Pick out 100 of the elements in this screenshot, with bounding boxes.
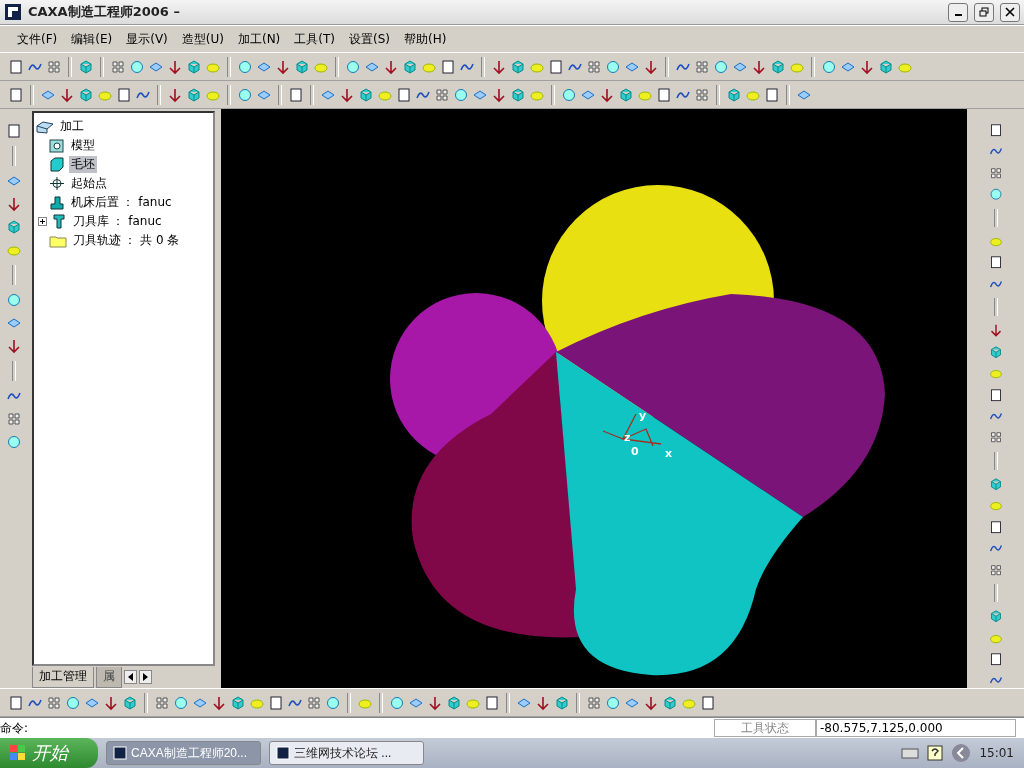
grid-icon[interactable] — [586, 58, 602, 75]
circle-icon[interactable] — [237, 86, 253, 103]
circle-icon[interactable] — [5, 434, 22, 450]
circle-icon[interactable] — [988, 187, 1005, 202]
cube-icon[interactable] — [294, 58, 310, 75]
arrow-icon[interactable] — [275, 58, 291, 75]
grid-icon[interactable] — [154, 694, 170, 711]
window-icon — [276, 746, 290, 760]
tree-item[interactable]: 机床后置 ： fanuc — [68, 194, 174, 211]
arrow-icon[interactable] — [491, 86, 507, 103]
arrow-icon[interactable] — [643, 58, 659, 75]
menu-item[interactable]: 显示(V) — [121, 28, 173, 50]
menu-item[interactable]: 造型(U) — [176, 28, 229, 50]
circle-icon[interactable] — [821, 58, 837, 75]
grid-icon[interactable] — [694, 86, 710, 103]
menu-item[interactable]: 文件(F) — [12, 28, 63, 50]
window-icon — [113, 746, 127, 760]
circle-icon[interactable] — [5, 292, 22, 308]
circle-icon[interactable] — [453, 86, 469, 103]
grid-icon[interactable] — [46, 58, 62, 75]
tree-item[interactable]: 模型 — [68, 137, 97, 154]
arrow-icon[interactable] — [211, 694, 227, 711]
tree-item[interactable]: 刀具轨迹 ： 共 0 条 — [70, 232, 182, 249]
arrow-icon[interactable] — [167, 58, 183, 75]
plus-icon[interactable] — [37, 217, 47, 226]
menu-item[interactable]: 编辑(E) — [66, 28, 118, 50]
menu-item[interactable]: 设置(S) — [344, 28, 395, 50]
cube-icon[interactable] — [230, 694, 246, 711]
taskbar-button[interactable]: 三维网技术论坛 ... — [269, 741, 424, 765]
cube-icon[interactable] — [618, 86, 634, 103]
cube-icon[interactable] — [78, 58, 94, 75]
cube-icon[interactable] — [186, 58, 202, 75]
panel-tab[interactable]: 加工管理 — [31, 666, 94, 688]
tree-item[interactable]: 起始点 — [68, 175, 109, 192]
grid-icon[interactable] — [694, 58, 710, 75]
circle-icon[interactable] — [389, 694, 405, 711]
cube-icon[interactable] — [78, 86, 94, 103]
minimize-button[interactable] — [948, 2, 968, 22]
cube-icon[interactable] — [878, 58, 894, 75]
menu-item[interactable]: 帮助(H) — [399, 28, 452, 50]
circle-icon[interactable] — [129, 58, 145, 75]
circle-icon[interactable] — [173, 694, 189, 711]
chevron-icon[interactable] — [951, 743, 972, 763]
grid-icon[interactable] — [586, 694, 602, 711]
cube-icon[interactable] — [358, 86, 374, 103]
scroll-right-button[interactable] — [138, 670, 152, 684]
cube-icon[interactable] — [402, 58, 418, 75]
panel-tab[interactable]: 属 — [95, 666, 122, 688]
tree-item[interactable]: 加工 — [57, 118, 86, 135]
cutter-icon — [50, 214, 67, 229]
cube-icon[interactable] — [726, 86, 742, 103]
circle-icon[interactable] — [65, 694, 81, 711]
arrow-icon[interactable] — [751, 58, 767, 75]
cube-icon[interactable] — [662, 694, 678, 711]
cube-icon[interactable] — [122, 694, 138, 711]
grid-icon[interactable] — [46, 694, 62, 711]
right-arrow-icon — [142, 673, 148, 681]
arrow-icon[interactable] — [427, 694, 443, 711]
cube-icon[interactable] — [5, 219, 22, 235]
menu-item[interactable]: 工具(T) — [289, 28, 340, 50]
arrow-icon[interactable] — [59, 86, 75, 103]
arrow-icon[interactable] — [599, 86, 615, 103]
arrow-icon[interactable] — [383, 58, 399, 75]
arrow-icon[interactable] — [491, 58, 507, 75]
tree-item[interactable]: 刀具库 ： fanuc — [70, 213, 164, 230]
grid-icon[interactable] — [5, 411, 22, 427]
keyboard-icon[interactable] — [901, 747, 920, 759]
menu-item[interactable]: 加工(N) — [232, 28, 286, 50]
circle-icon[interactable] — [605, 58, 621, 75]
circle-icon[interactable] — [345, 58, 361, 75]
cube-icon[interactable] — [554, 694, 570, 711]
app-icon — [4, 3, 22, 21]
circle-icon[interactable] — [713, 58, 729, 75]
arrow-icon[interactable] — [103, 694, 119, 711]
grid-icon[interactable] — [434, 86, 450, 103]
circle-icon[interactable] — [605, 694, 621, 711]
arrow-icon[interactable] — [859, 58, 875, 75]
arrow-icon[interactable] — [339, 86, 355, 103]
circle-icon[interactable] — [561, 86, 577, 103]
cube-icon — [48, 157, 65, 172]
grid-icon[interactable] — [110, 58, 126, 75]
arrow-icon[interactable] — [5, 338, 22, 354]
arrow-icon[interactable] — [167, 86, 183, 103]
cube-icon[interactable] — [510, 58, 526, 75]
circle-icon[interactable] — [237, 58, 253, 75]
tree-item[interactable]: 毛坯 — [68, 156, 97, 173]
circle-icon[interactable] — [325, 694, 341, 711]
arrow-icon[interactable] — [5, 196, 22, 212]
arrow-icon[interactable] — [535, 694, 551, 711]
help-icon[interactable] — [927, 745, 944, 761]
close-button[interactable] — [1000, 2, 1020, 22]
cube-icon[interactable] — [446, 694, 462, 711]
scroll-left-button[interactable] — [123, 670, 137, 684]
cube-icon[interactable] — [770, 58, 786, 75]
arrow-icon[interactable] — [643, 694, 659, 711]
restore-button[interactable] — [974, 2, 994, 22]
folder-icon — [35, 119, 54, 134]
cube-icon[interactable] — [510, 86, 526, 103]
cube-icon[interactable] — [186, 86, 202, 103]
grid-icon[interactable] — [306, 694, 322, 711]
